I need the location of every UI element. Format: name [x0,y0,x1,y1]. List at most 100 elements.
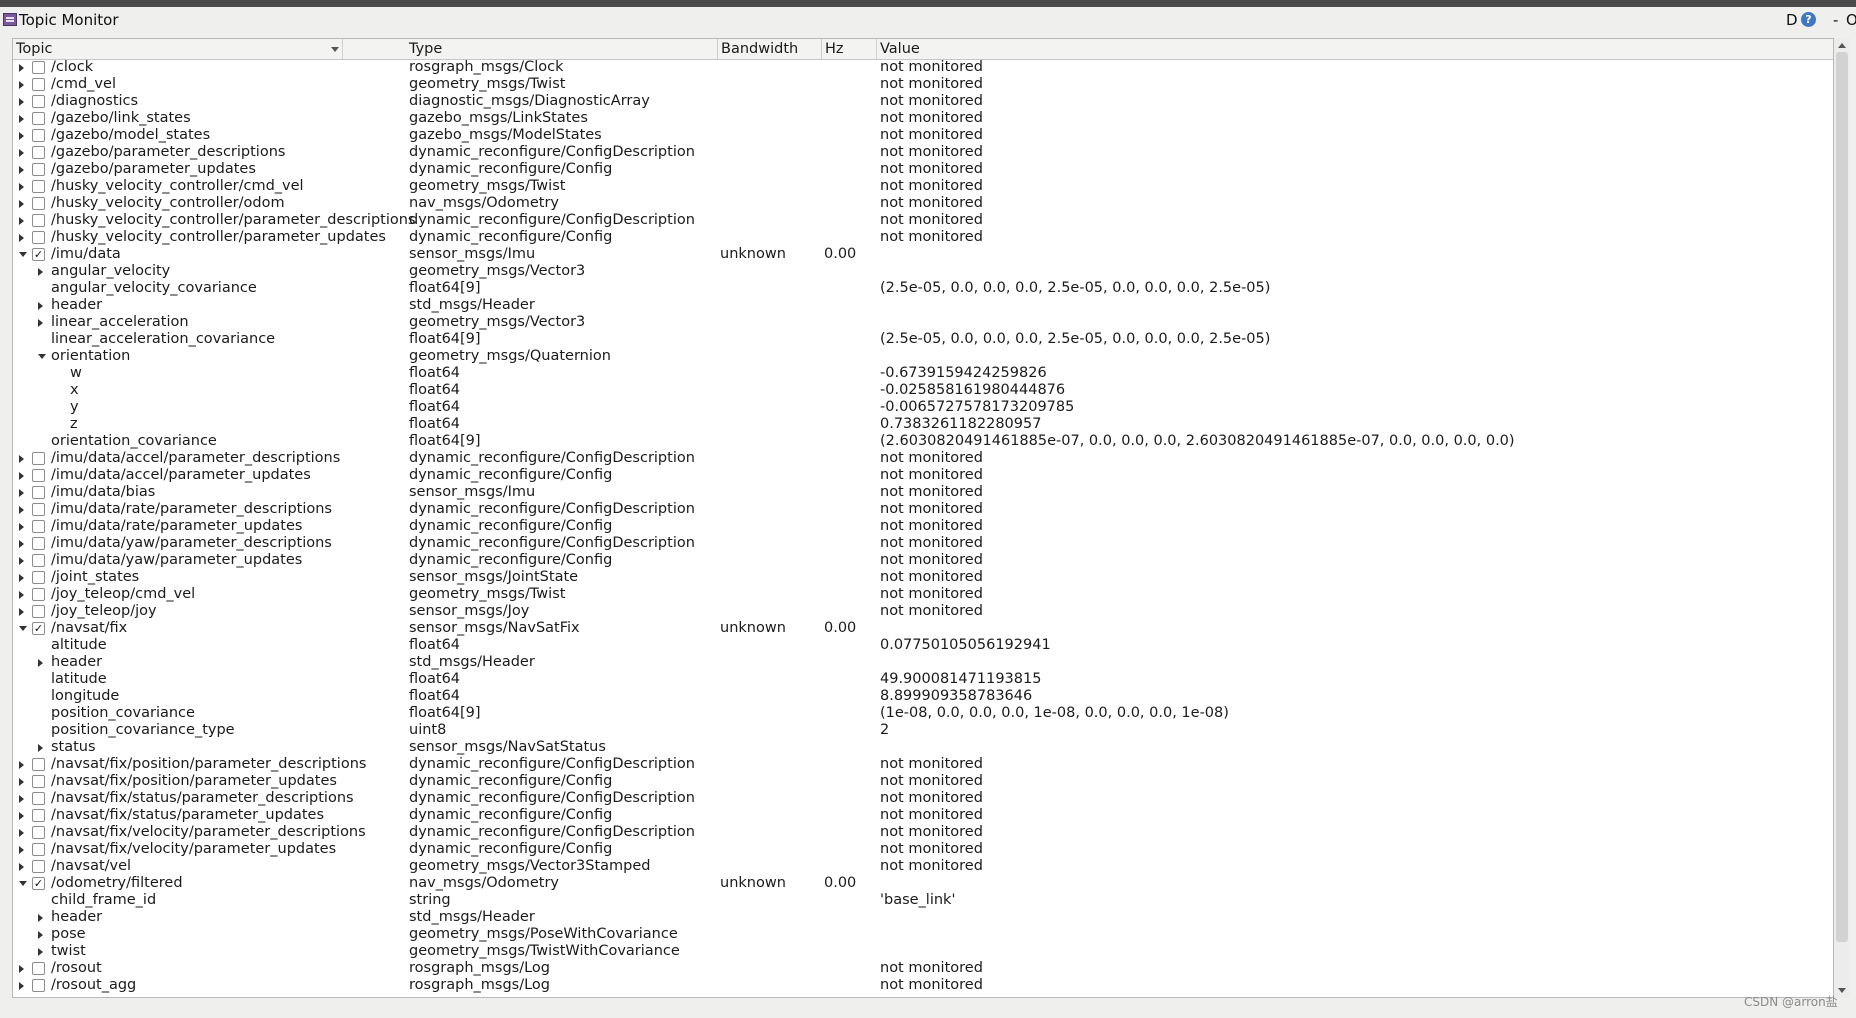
expand-arrow-down-icon[interactable] [19,252,27,257]
expand-arrow-right-icon[interactable] [19,183,24,191]
monitor-checkbox[interactable] [32,962,45,975]
expand-arrow-right-icon[interactable] [19,778,24,786]
expand-arrow-right-icon[interactable] [19,557,24,565]
expand-arrow-right-icon[interactable] [19,200,24,208]
tree-row[interactable]: latitude float64 49.900081471193815 [13,671,1833,688]
expand-arrow-right-icon[interactable] [19,234,24,242]
monitor-checkbox[interactable] [32,469,45,482]
monitor-checkbox[interactable] [32,78,45,91]
tree-row[interactable]: /navsat/fix/position/parameter_updates dy… [13,773,1833,790]
tree-row[interactable]: /imu/data/rate/parameter_updates dynamic_… [13,518,1833,535]
monitor-checkbox[interactable] [32,129,45,142]
tree-row[interactable]: w float64 -0.6739159424259826 [13,365,1833,382]
tree-row[interactable]: position_covariance_type uint8 2 [13,722,1833,739]
expand-arrow-right-icon[interactable] [38,319,43,327]
expand-arrow-right-icon[interactable] [19,132,24,140]
monitor-checkbox[interactable]: ✓ [32,877,45,890]
monitor-checkbox[interactable] [32,605,45,618]
expand-arrow-down-icon[interactable] [38,354,46,359]
expand-arrow-right-icon[interactable] [19,523,24,531]
monitor-checkbox[interactable] [32,486,45,499]
tree-row[interactable]: /cmd_vel geometry_msgs/Twist not monitored [13,76,1833,93]
monitor-checkbox[interactable] [32,792,45,805]
tree-row[interactable]: x float64 -0.025858161980444876 [13,382,1833,399]
expand-arrow-right-icon[interactable] [19,761,24,769]
tree-row[interactable]: /husky_velocity_controller/parameter_des… [13,212,1833,229]
close-button[interactable]: O [1846,11,1856,29]
expand-arrow-right-icon[interactable] [38,914,43,922]
scroll-down-icon[interactable] [1838,988,1846,993]
tree-row[interactable]: ✓ /odometry/filtered nav_msgs/Odometry unkn… [13,875,1833,892]
tree-row[interactable]: pose geometry_msgs/PoseWithCovariance [13,926,1833,943]
expand-arrow-right-icon[interactable] [19,574,24,582]
monitor-checkbox[interactable] [32,860,45,873]
expand-arrow-right-icon[interactable] [19,217,24,225]
expand-arrow-right-icon[interactable] [19,149,24,157]
tree-row[interactable]: angular_velocity_covariance float64[9] (2.… [13,280,1833,297]
expand-arrow-right-icon[interactable] [38,268,43,276]
expand-arrow-right-icon[interactable] [19,489,24,497]
tree-row[interactable]: /imu/data/accel/parameter_descriptions dy… [13,450,1833,467]
column-header-type[interactable]: Type [406,39,718,59]
tree-row[interactable]: position_covariance float64[9] (1e-08, 0.0… [13,705,1833,722]
tree-row[interactable]: /joint_states sensor_msgs/JointState not m… [13,569,1833,586]
monitor-checkbox[interactable] [32,112,45,125]
tree-row[interactable]: orientation geometry_msgs/Quaternion [13,348,1833,365]
monitor-checkbox[interactable] [32,843,45,856]
tree-row[interactable]: angular_velocity geometry_msgs/Vector3 [13,263,1833,280]
tree-row[interactable]: /clock rosgraph_msgs/Clock not monitored [13,59,1833,76]
monitor-checkbox[interactable] [32,61,45,74]
tree-row[interactable]: header std_msgs/Header [13,297,1833,314]
monitor-checkbox[interactable] [32,180,45,193]
column-header-value[interactable]: Value [877,39,1833,59]
expand-arrow-right-icon[interactable] [19,965,24,973]
monitor-checkbox[interactable] [32,588,45,601]
column-header-bandwidth[interactable]: Bandwidth [718,39,822,59]
column-header-topic[interactable]: Topic [13,39,343,59]
monitor-checkbox[interactable]: ✓ [32,248,45,261]
vertical-scrollbar[interactable] [1834,38,1850,998]
expand-arrow-right-icon[interactable] [19,608,24,616]
tree-row[interactable]: orientation_covariance float64[9] (2.60308… [13,433,1833,450]
tree-row[interactable]: /navsat/fix/velocity/parameter_updates dy… [13,841,1833,858]
tree-row[interactable]: /imu/data/yaw/parameter_updates dynamic_r… [13,552,1833,569]
expand-arrow-right-icon[interactable] [38,744,43,752]
scroll-up-icon[interactable] [1838,43,1846,48]
expand-arrow-right-icon[interactable] [19,846,24,854]
tree-row[interactable]: /gazebo/parameter_descriptions dynamic_re… [13,144,1833,161]
topic-tree[interactable]: Topic Type Bandwidth Hz Value /clock rosg… [12,38,1834,998]
expand-arrow-right-icon[interactable] [19,472,24,480]
expand-arrow-right-icon[interactable] [19,166,24,174]
tree-row[interactable]: /joy_teleop/cmd_vel geometry_msgs/Twist no… [13,586,1833,603]
expand-arrow-right-icon[interactable] [19,591,24,599]
expand-arrow-right-icon[interactable] [38,302,43,310]
expand-arrow-down-icon[interactable] [19,881,27,886]
tree-row[interactable]: child_frame_id string 'base_link' [13,892,1833,909]
monitor-checkbox[interactable] [32,146,45,159]
tree-row[interactable]: /rosout rosgraph_msgs/Log not monitored [13,960,1833,977]
tree-row[interactable]: longitude float64 8.899909358783646 [13,688,1833,705]
tree-row[interactable]: twist geometry_msgs/TwistWithCovariance [13,943,1833,960]
tree-row[interactable]: /husky_velocity_controller/odom nav_msgs/… [13,195,1833,212]
tree-row[interactable]: /imu/data/rate/parameter_descriptions dyn… [13,501,1833,518]
tree-row[interactable]: ✓ /navsat/fix sensor_msgs/NavSatFix unknown… [13,620,1833,637]
tree-row[interactable]: /navsat/vel geometry_msgs/Vector3Stamped n… [13,858,1833,875]
tree-row[interactable]: altitude float64 0.07750105056192941 [13,637,1833,654]
monitor-checkbox[interactable] [32,163,45,176]
monitor-checkbox[interactable] [32,537,45,550]
scrollbar-thumb[interactable] [1836,52,1848,942]
tree-row[interactable]: /joy_teleop/joy sensor_msgs/Joy not monito… [13,603,1833,620]
tree-row[interactable]: /gazebo/model_states gazebo_msgs/ModelSta… [13,127,1833,144]
tree-row[interactable]: /navsat/fix/position/parameter_descripti… [13,756,1833,773]
tree-row[interactable]: /imu/data/yaw/parameter_descriptions dyna… [13,535,1833,552]
tree-row[interactable]: /navsat/fix/velocity/parameter_descripti… [13,824,1833,841]
expand-arrow-right-icon[interactable] [19,81,24,89]
monitor-checkbox[interactable] [32,809,45,822]
tree-row[interactable]: status sensor_msgs/NavSatStatus [13,739,1833,756]
monitor-checkbox[interactable] [32,214,45,227]
tree-row[interactable]: linear_acceleration_covariance float64[9]… [13,331,1833,348]
expand-arrow-right-icon[interactable] [19,812,24,820]
monitor-checkbox[interactable] [32,571,45,584]
expand-arrow-right-icon[interactable] [19,829,24,837]
tree-row[interactable]: /navsat/fix/status/parameter_updates dyna… [13,807,1833,824]
